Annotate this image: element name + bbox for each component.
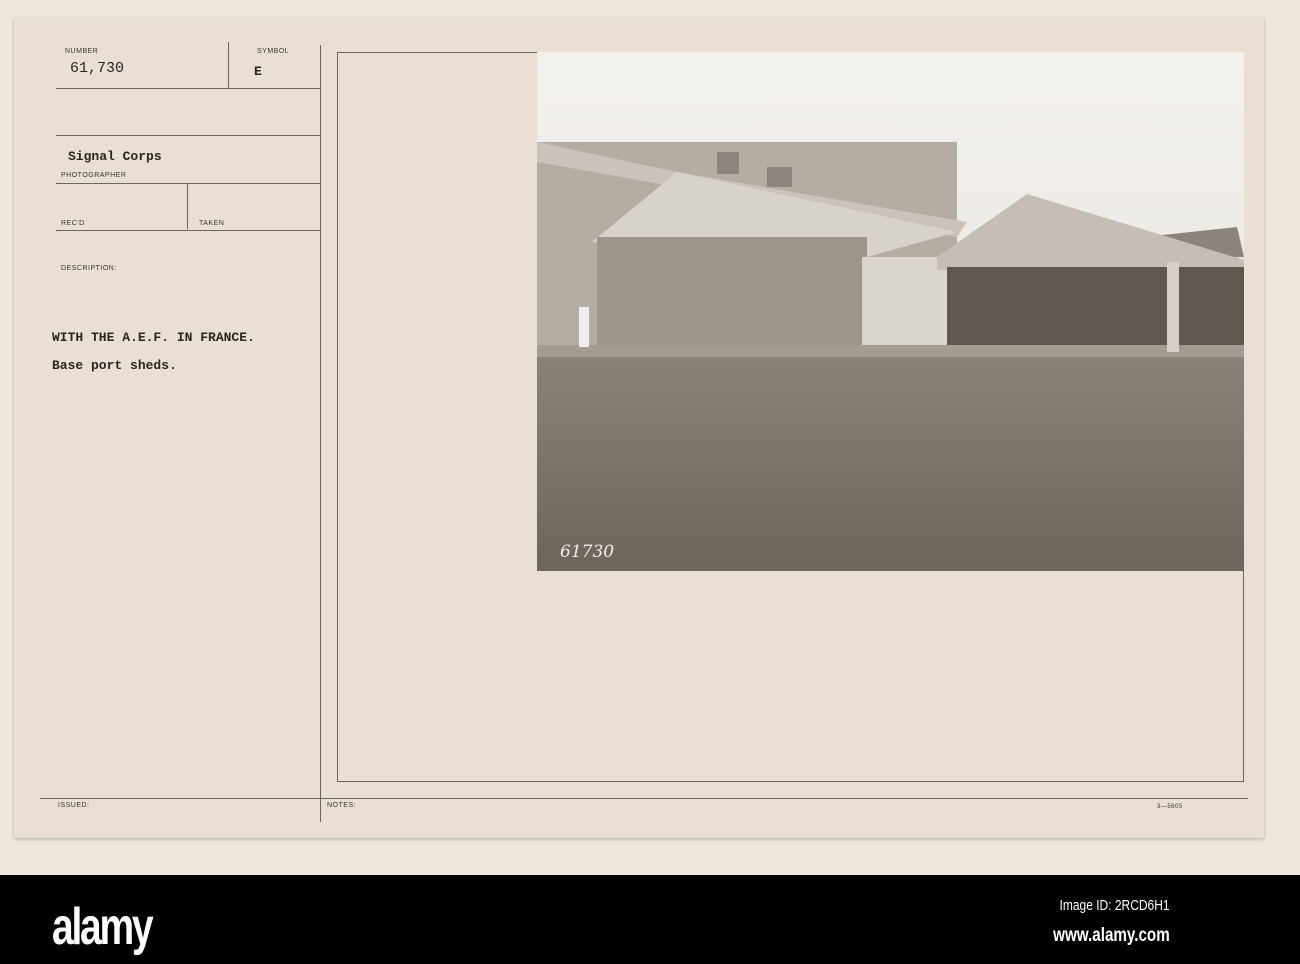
recd-label: REC'D [61, 220, 85, 227]
issued-label: ISSUED: [58, 802, 90, 809]
divider [56, 183, 320, 184]
bottom-rule [40, 798, 1248, 799]
divider [187, 183, 188, 229]
divider [56, 135, 320, 136]
alamy-logo: alamy [52, 898, 154, 956]
image-id: Image ID: 2RCD6H1 [1059, 897, 1170, 914]
number-label: NUMBER [65, 48, 99, 55]
description-line-1: WITH THE A.E.F. IN FRANCE. [52, 330, 255, 345]
base-port-sheds-photo [537, 52, 1244, 571]
symbol-value: E [254, 64, 262, 79]
description-label: DESCRIPTION: [61, 265, 117, 272]
column-divider [320, 45, 321, 822]
photographer-label: PHOTOGRAPHER [61, 172, 127, 179]
negative-number: 61730 [560, 542, 615, 562]
divider [228, 42, 229, 88]
website-link[interactable]: www.alamy.com [1053, 925, 1170, 947]
divider [56, 230, 320, 231]
photograph [537, 52, 1244, 571]
description-line-2: Base port sheds. [52, 358, 177, 373]
photographer-value: Signal Corps [68, 149, 162, 164]
symbol-label: SYMBOL [257, 48, 290, 55]
footer-bar: alamy Image ID: 2RCD6H1 www.alamy.com [0, 875, 1300, 964]
divider [56, 88, 320, 89]
notes-label: NOTES: [327, 802, 357, 809]
taken-label: TAKEN [199, 220, 225, 227]
form-code: 3—5605 [1157, 804, 1183, 810]
number-value: 61,730 [70, 60, 125, 77]
